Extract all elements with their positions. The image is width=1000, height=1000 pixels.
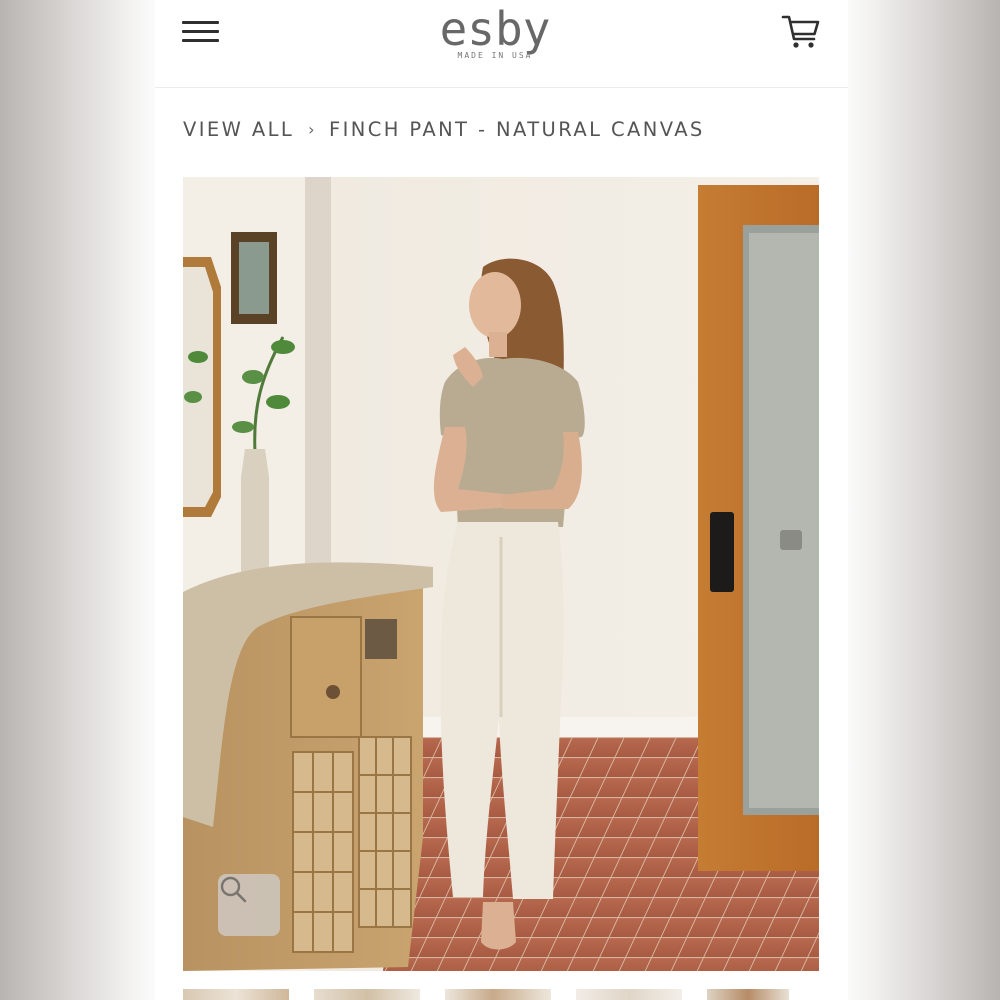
thumbnail-1[interactable] bbox=[183, 989, 289, 1000]
product-photo-illustration bbox=[183, 177, 819, 971]
logo-tagline: MADE IN USA bbox=[457, 51, 533, 60]
magnifier-icon bbox=[220, 876, 247, 903]
breadcrumb-view-all-link[interactable]: VIEW ALL bbox=[183, 118, 294, 141]
esby-logo[interactable]: esby MADE IN USA bbox=[415, 0, 575, 70]
logo-wordmark: esby bbox=[439, 2, 551, 56]
thumbnail-strip bbox=[183, 989, 819, 1000]
breadcrumb: VIEW ALL › FINCH PANT - NATURAL CANVAS bbox=[183, 118, 705, 148]
hamburger-menu-icon[interactable] bbox=[182, 19, 220, 45]
breadcrumb-separator: › bbox=[308, 120, 317, 139]
mobile-page: esby MADE IN USA VIEW ALL › FINCH PANT - N… bbox=[155, 0, 848, 1000]
thumbnail-3[interactable] bbox=[445, 989, 551, 1000]
thumbnail-5[interactable] bbox=[707, 989, 789, 1000]
product-main-image[interactable] bbox=[183, 177, 819, 971]
thumbnail-4[interactable] bbox=[576, 989, 682, 1000]
breadcrumb-current-page: FINCH PANT - NATURAL CANVAS bbox=[328, 118, 705, 141]
zoom-button[interactable] bbox=[218, 874, 280, 936]
shopping-cart-icon[interactable] bbox=[781, 12, 821, 52]
thumbnail-2[interactable] bbox=[314, 989, 420, 1000]
site-header: esby MADE IN USA bbox=[155, 0, 848, 88]
